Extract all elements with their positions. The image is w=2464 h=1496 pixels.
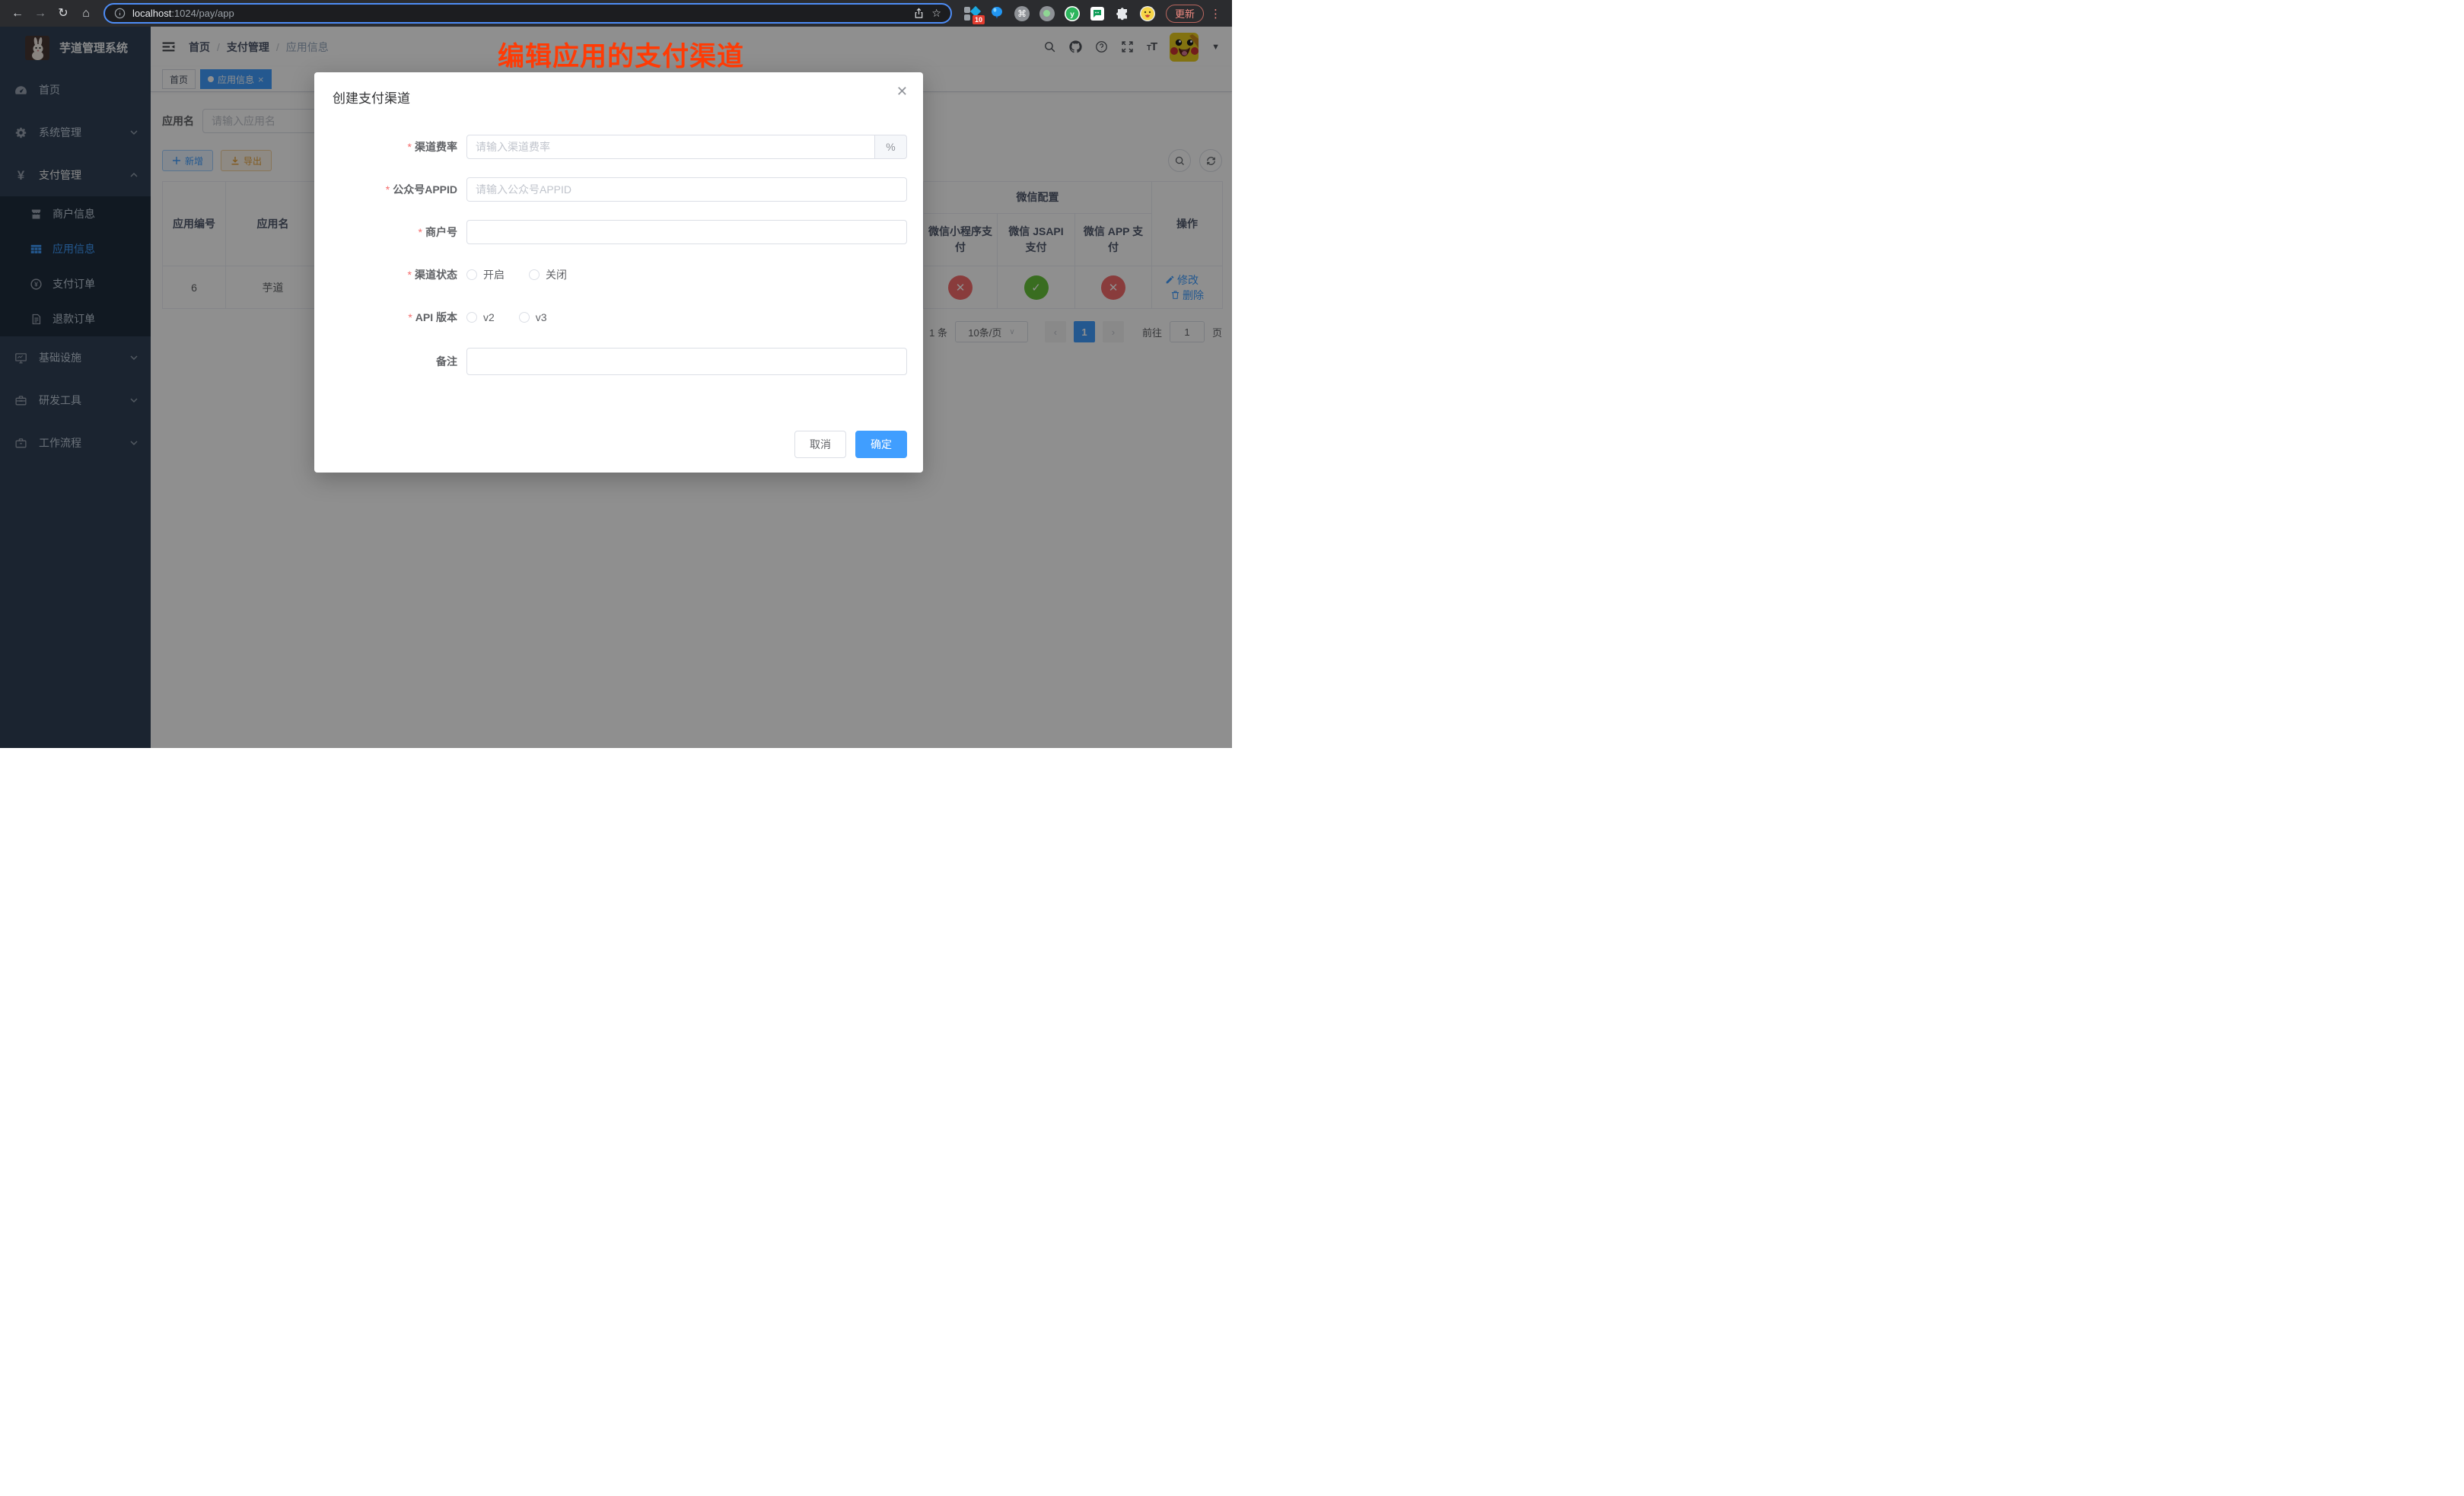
- create-payment-channel-dialog: 创建支付渠道 ✕ *渠道费率 % *公众号APPID *商户号: [314, 72, 923, 473]
- field-label: *渠道状态: [314, 267, 457, 282]
- screen: ← → ↻ ⌂ localhost:1024/pay/app ☆ 10 ⌘ y: [0, 0, 1232, 748]
- dialog-form: *渠道费率 % *公众号APPID *商户号 *渠道状态: [314, 135, 923, 393]
- bookmark-star-icon[interactable]: ☆: [931, 7, 941, 20]
- channel-rate-input[interactable]: [466, 135, 875, 159]
- confirm-button[interactable]: 确定: [855, 431, 907, 458]
- remark-input[interactable]: [466, 348, 907, 375]
- form-row-appid: *公众号APPID: [314, 177, 923, 202]
- browser-home-button[interactable]: ⌂: [76, 4, 96, 24]
- field-label: *商户号: [314, 224, 457, 240]
- browser-back-button[interactable]: ←: [8, 4, 27, 24]
- url-text: localhost:1024/pay/app: [132, 8, 906, 19]
- status-closed-radio[interactable]: 关闭: [529, 267, 567, 282]
- required-asterisk: *: [386, 183, 390, 196]
- browser-forward-button[interactable]: →: [30, 4, 50, 24]
- extension-dot-icon[interactable]: [1039, 6, 1055, 21]
- profile-avatar-icon[interactable]: [1140, 6, 1155, 21]
- required-asterisk: *: [419, 226, 422, 238]
- rate-percent-suffix: %: [875, 135, 907, 159]
- form-row-mchid: *商户号: [314, 220, 923, 244]
- field-label: *API 版本: [314, 310, 457, 325]
- browser-toolbar: ← → ↻ ⌂ localhost:1024/pay/app ☆ 10 ⌘ y: [0, 0, 1232, 27]
- share-icon[interactable]: [913, 8, 925, 19]
- required-asterisk: *: [408, 269, 412, 281]
- dialog-close-icon[interactable]: ✕: [896, 84, 908, 98]
- extensions-area: 10 ⌘ y: [960, 6, 1160, 21]
- form-row-api-version: *API 版本 v2 v3: [314, 305, 923, 329]
- field-label: *公众号APPID: [314, 182, 457, 197]
- extension-tabs-icon[interactable]: 10: [964, 6, 979, 21]
- field-label: *渠道费率: [314, 139, 457, 154]
- browser-reload-button[interactable]: ↻: [53, 4, 73, 24]
- form-row-remark: 备注: [314, 348, 923, 375]
- extension-chat-icon[interactable]: [1090, 6, 1105, 21]
- svg-text:y: y: [1070, 11, 1074, 19]
- site-info-icon[interactable]: [114, 8, 126, 19]
- extension-balloon-icon[interactable]: [989, 6, 1004, 21]
- radio-circle-icon: [519, 312, 530, 323]
- extension-badge: 10: [973, 15, 985, 24]
- field-label: 备注: [314, 354, 457, 369]
- form-row-status: *渠道状态 开启 关闭: [314, 263, 923, 287]
- annotation-title: 编辑应用的支付渠道: [498, 35, 744, 74]
- radio-circle-icon: [466, 269, 477, 280]
- form-row-rate: *渠道费率 %: [314, 135, 923, 159]
- cancel-button[interactable]: 取消: [794, 431, 846, 458]
- merchant-id-input[interactable]: [466, 220, 907, 244]
- official-account-appid-input[interactable]: [466, 177, 907, 202]
- address-bar[interactable]: localhost:1024/pay/app ☆: [103, 3, 952, 24]
- radio-circle-icon: [466, 312, 477, 323]
- dialog-title: 创建支付渠道: [333, 88, 410, 107]
- extension-y-icon[interactable]: y: [1065, 6, 1080, 21]
- radio-circle-icon: [529, 269, 540, 280]
- extensions-puzzle-icon[interactable]: [1115, 6, 1130, 21]
- required-asterisk: *: [408, 141, 412, 153]
- browser-menu-icon[interactable]: ⋮: [1207, 7, 1224, 21]
- extension-command-icon[interactable]: ⌘: [1014, 6, 1030, 21]
- required-asterisk: *: [408, 311, 412, 323]
- status-open-radio[interactable]: 开启: [466, 267, 505, 282]
- api-v2-radio[interactable]: v2: [466, 311, 495, 323]
- api-v3-radio[interactable]: v3: [519, 311, 547, 323]
- dialog-footer: 取消 确定: [794, 431, 907, 458]
- browser-update-button[interactable]: 更新: [1166, 5, 1204, 23]
